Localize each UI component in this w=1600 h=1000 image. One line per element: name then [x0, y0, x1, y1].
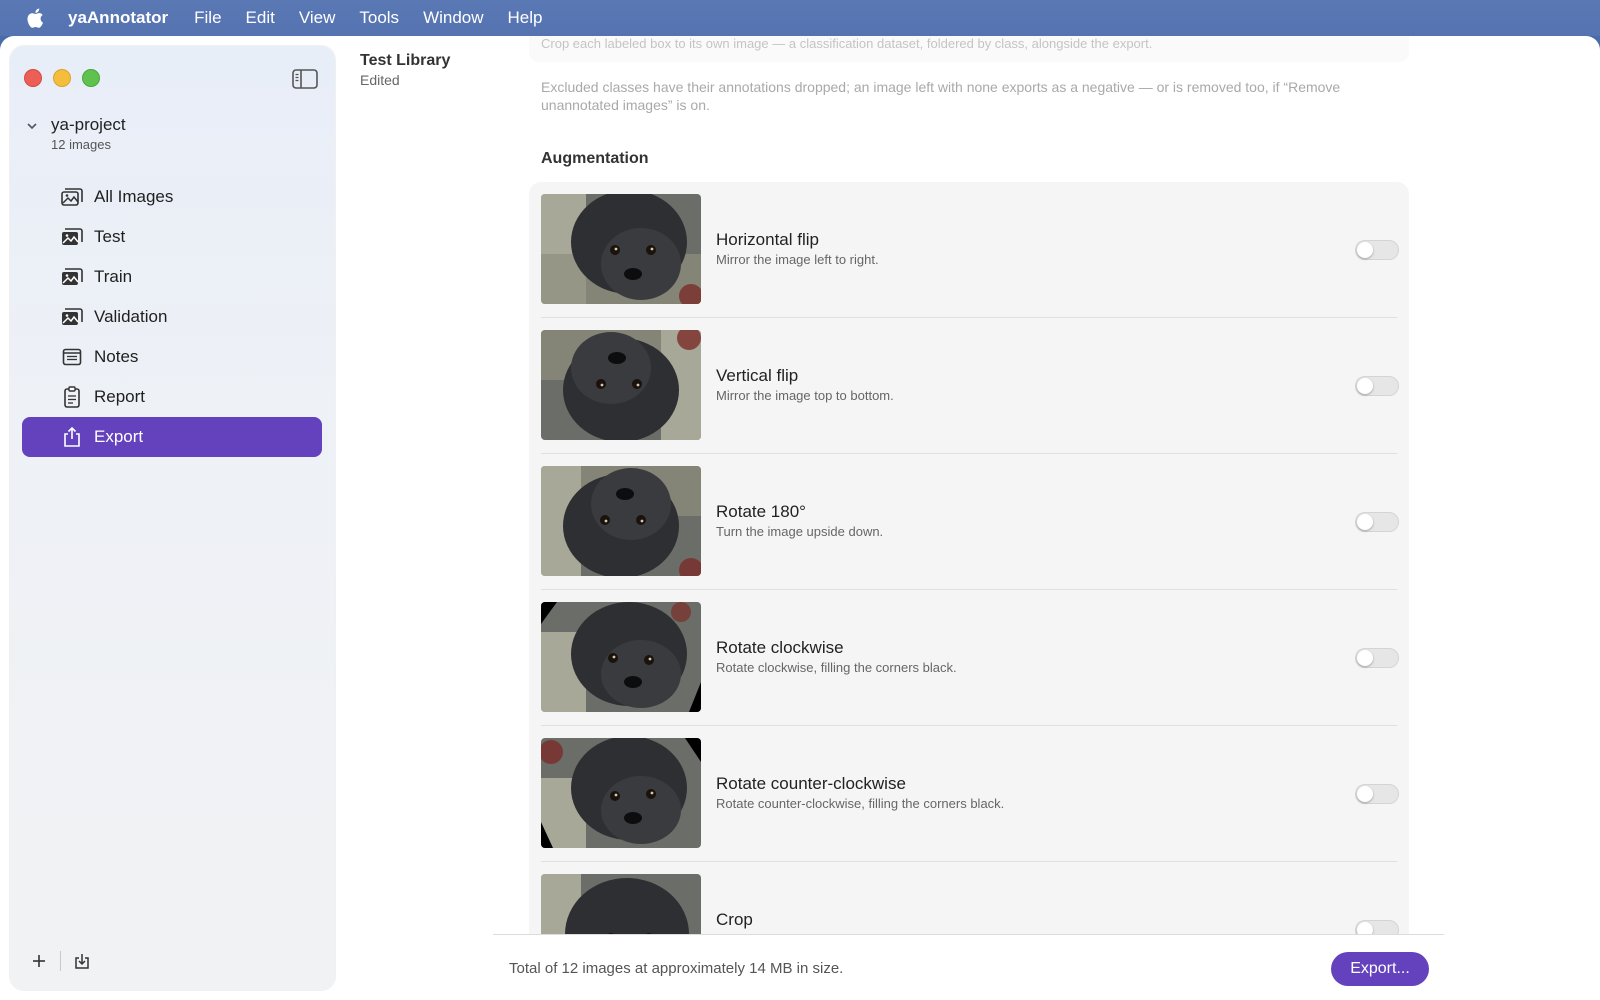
document-title: Test Library Edited [360, 52, 450, 88]
augmentation-section-title: Augmentation [541, 150, 649, 167]
footer-divider [60, 951, 61, 971]
images-icon [60, 305, 84, 329]
augmentation-preview-image [541, 602, 701, 712]
sidebar-item-train[interactable]: Train [22, 257, 322, 297]
export-summary: Total of 12 images at approximately 14 M… [509, 960, 844, 977]
toggle-knob [1357, 786, 1373, 802]
rotate-180-toggle[interactable] [1355, 512, 1399, 532]
augmentation-description: Rotate clockwise, filling the corners bl… [716, 660, 957, 675]
augmentation-row-horizontal-flip: Horizontal flip Mirror the image left to… [541, 182, 1399, 318]
clipboard-icon [60, 385, 84, 409]
export-footer: Total of 12 images at approximately 14 M… [493, 934, 1444, 1000]
project-image-count: 12 images [51, 137, 111, 152]
sidebar-item-label: Notes [94, 347, 139, 366]
notes-icon [60, 345, 84, 369]
document-name: Test Library [360, 52, 451, 69]
export-icon [60, 425, 84, 449]
minimize-window-button[interactable] [53, 69, 71, 87]
document-status: Edited [360, 72, 400, 88]
sidebar-item-all-images[interactable]: All Images [22, 177, 322, 217]
vertical-flip-toggle[interactable] [1355, 376, 1399, 396]
sidebar-item-report[interactable]: Report [22, 377, 322, 417]
project-name: ya-project [51, 115, 126, 134]
excluded-classes-note: Excluded classes have their annotations … [541, 79, 1341, 113]
augmentation-description: Mirror the image left to right. [716, 252, 879, 267]
menu-tools[interactable]: Tools [359, 8, 399, 28]
zoom-window-button[interactable] [82, 69, 100, 87]
images-icon [60, 265, 84, 289]
close-window-button[interactable] [24, 69, 42, 87]
menu-bar: yaAnnotator File Edit View Tools Window … [0, 0, 1600, 36]
app-window: ya-project 12 images All Images Test Tra… [0, 36, 1600, 1000]
sidebar-item-label: Report [94, 387, 146, 406]
augmentation-description: Mirror the image top to bottom. [716, 388, 894, 403]
sidebar-toggle-icon[interactable] [292, 68, 318, 90]
sidebar-item-export[interactable]: Export [22, 417, 322, 457]
export-button[interactable]: Export... [1331, 952, 1429, 986]
crop-option-description: Crop each labeled box to its own image —… [541, 36, 1153, 51]
menu-help[interactable]: Help [508, 8, 543, 28]
sidebar-nav: All Images Test Train Validation Notes R… [22, 177, 322, 457]
augmentation-preview-image [541, 738, 701, 848]
augmentation-preview-image [541, 194, 701, 304]
sidebar-item-label: Test [94, 227, 126, 246]
rotate-counter-clockwise-toggle[interactable] [1355, 784, 1399, 804]
augmentation-title: Crop [716, 910, 753, 929]
toggle-knob [1357, 650, 1373, 666]
augmentation-title: Vertical flip [716, 366, 799, 385]
augmentation-title: Rotate counter-clockwise [716, 774, 906, 793]
import-icon[interactable] [71, 950, 93, 972]
sidebar-item-label: Export [94, 427, 144, 446]
toggle-knob [1357, 242, 1373, 258]
augmentation-row-rotate-180: Rotate 180° Turn the image upside down. [541, 454, 1399, 590]
sidebar-item-label: All Images [94, 187, 174, 206]
rotate-clockwise-toggle[interactable] [1355, 648, 1399, 668]
sidebar-footer [28, 950, 93, 972]
sidebar: ya-project 12 images All Images Test Tra… [10, 46, 335, 990]
augmentation-preview-image [541, 330, 701, 440]
augmentation-title: Horizontal flip [716, 230, 819, 249]
menu-file[interactable]: File [194, 8, 221, 28]
augmentation-preview-image [541, 466, 701, 576]
images-icon [60, 225, 84, 249]
window-controls [24, 69, 100, 87]
augmentation-title: Rotate 180° [716, 502, 806, 521]
add-icon[interactable] [28, 950, 50, 972]
augmentation-list: Horizontal flip Mirror the image left to… [529, 182, 1409, 984]
sidebar-item-label: Validation [94, 307, 168, 326]
menu-edit[interactable]: Edit [246, 8, 275, 28]
augmentation-description: Rotate counter-clockwise, filling the co… [716, 796, 1005, 811]
augmentation-row-rotate-counter-clockwise: Rotate counter-clockwise Rotate counter-… [541, 726, 1399, 862]
augmentation-title: Rotate clockwise [716, 638, 844, 657]
chevron-down-icon[interactable] [26, 119, 38, 131]
toggle-knob [1357, 514, 1373, 530]
augmentation-row-rotate-clockwise: Rotate clockwise Rotate clockwise, filli… [541, 590, 1399, 726]
sidebar-item-validation[interactable]: Validation [22, 297, 322, 337]
toggle-knob [1357, 378, 1373, 394]
sidebar-item-test[interactable]: Test [22, 217, 322, 257]
app-name-menu[interactable]: yaAnnotator [68, 8, 168, 28]
augmentation-row-vertical-flip: Vertical flip Mirror the image top to bo… [541, 318, 1399, 454]
menu-view[interactable]: View [299, 8, 336, 28]
horizontal-flip-toggle[interactable] [1355, 240, 1399, 260]
images-icon [60, 185, 84, 209]
augmentation-description: Turn the image upside down. [716, 524, 884, 539]
sidebar-item-label: Train [94, 267, 133, 286]
apple-logo-icon[interactable] [24, 7, 46, 29]
sidebar-item-notes[interactable]: Notes [22, 337, 322, 377]
menu-window[interactable]: Window [423, 8, 483, 28]
